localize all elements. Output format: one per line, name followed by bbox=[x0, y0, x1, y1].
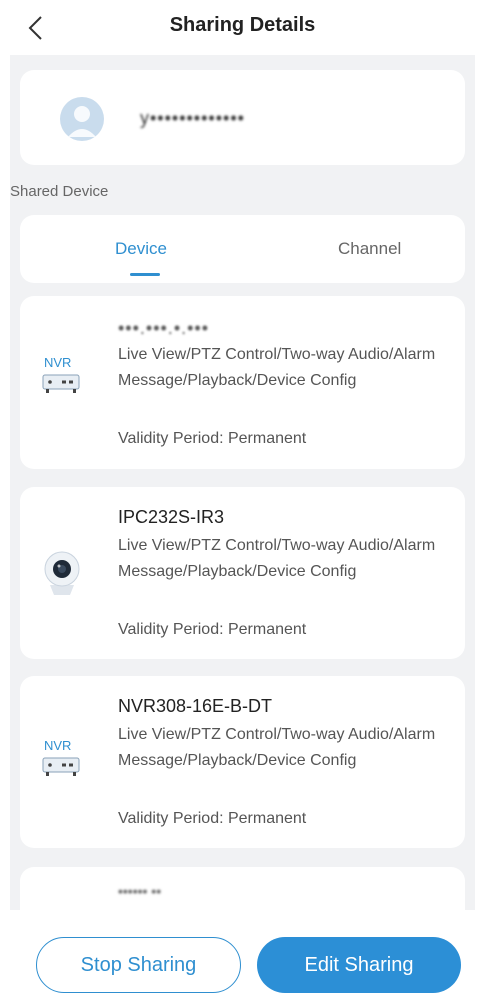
svg-text:NVR: NVR bbox=[44, 355, 71, 370]
page-title: Sharing Details bbox=[169, 14, 316, 36]
device-card[interactable]: IPC232S-IR3 Live View/PTZ Control/Two-wa… bbox=[20, 487, 465, 659]
device-card[interactable]: NVR NVR308-16E-B-DT Live View/PTZ Contro… bbox=[20, 676, 465, 848]
user-avatar-icon bbox=[68, 106, 96, 137]
device-card[interactable]: •••••• •• bbox=[20, 867, 465, 910]
device-validity: Validity Period: Permanent bbox=[118, 430, 307, 447]
camera-icon bbox=[40, 549, 84, 609]
content-area[interactable]: y••••••••••••• Shared Device Device Chan… bbox=[10, 55, 475, 910]
device-validity: Validity Period: Permanent bbox=[118, 621, 307, 638]
top-bar: Sharing Details bbox=[0, 0, 485, 55]
device-name: •••••• •• bbox=[118, 883, 162, 899]
device-validity: Validity Period: Permanent bbox=[118, 810, 307, 827]
action-bar: Stop Sharing Edit Sharing bbox=[0, 910, 485, 993]
nvr-icon: NVR bbox=[40, 734, 84, 794]
device-permissions: Live View/PTZ Control/Two-way Audio/Alar… bbox=[118, 537, 436, 580]
device-permissions: Live View/PTZ Control/Two-way Audio/Alar… bbox=[118, 726, 436, 769]
tab-bar: Device Channel bbox=[20, 215, 465, 283]
device-name: NVR308-16E-B-DT bbox=[118, 696, 273, 716]
stop-sharing-button[interactable]: Stop Sharing bbox=[36, 937, 241, 993]
active-tab-indicator bbox=[130, 273, 160, 276]
nvr-icon: NVR bbox=[40, 351, 84, 411]
tab-device[interactable]: Device bbox=[115, 239, 167, 259]
edit-sharing-button[interactable]: Edit Sharing bbox=[257, 937, 461, 993]
device-name: •••.•••.•.••• bbox=[118, 318, 210, 338]
tab-channel[interactable]: Channel bbox=[338, 239, 401, 259]
user-card: y••••••••••••• bbox=[20, 70, 465, 165]
device-name: IPC232S-IR3 bbox=[118, 507, 225, 527]
device-card[interactable]: NVR •••.•••.•.••• Live View/PTZ Control/… bbox=[20, 296, 465, 469]
shared-user-name: y••••••••••••• bbox=[140, 108, 245, 128]
svg-text:NVR: NVR bbox=[44, 738, 71, 753]
section-label: Shared Device bbox=[10, 183, 109, 200]
device-permissions: Live View/PTZ Control/Two-way Audio/Alar… bbox=[118, 346, 436, 389]
avatar bbox=[60, 97, 104, 141]
